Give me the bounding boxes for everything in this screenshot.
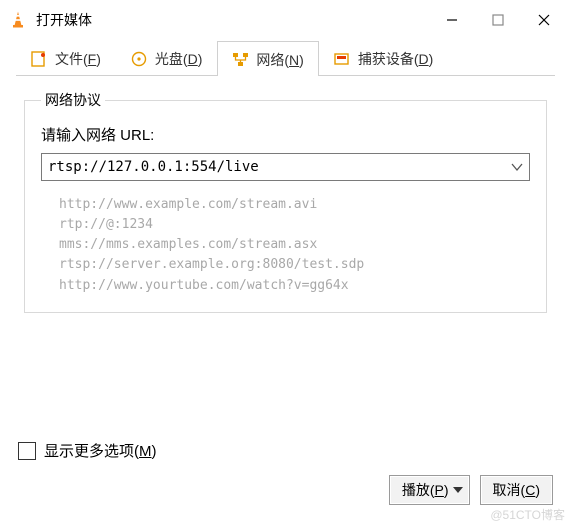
more-options-row: 显示更多选项(M) xyxy=(18,440,553,461)
url-combobox[interactable] xyxy=(41,153,530,181)
tab-file-label: 文件 xyxy=(55,51,83,67)
maximize-button[interactable] xyxy=(475,4,521,36)
window-controls xyxy=(429,4,567,36)
minimize-button[interactable] xyxy=(429,4,475,36)
tab-file[interactable]: 文件(F) xyxy=(16,40,116,75)
tab-capture-label: 捕获设备 xyxy=(358,51,414,67)
tab-bar: 文件(F) 光盘(D) 网络(N) 捕获设备(D) xyxy=(16,40,555,76)
url-examples: http://www.example.com/stream.avi rtp://… xyxy=(59,195,530,296)
chevron-down-icon[interactable] xyxy=(505,154,529,180)
more-options-checkbox[interactable] xyxy=(18,442,36,460)
tab-disc[interactable]: 光盘(D) xyxy=(116,40,217,75)
window-title: 打开媒体 xyxy=(36,10,429,30)
vlc-cone-icon xyxy=(8,10,28,30)
more-options-label: 显示更多选项(M) xyxy=(44,440,157,461)
url-prompt: 请输入网络 URL: xyxy=(41,124,530,145)
chevron-down-icon xyxy=(453,482,463,498)
tab-content-network: 网络协议 请输入网络 URL: http://www.example.com/s… xyxy=(0,76,571,323)
dialog-footer: 显示更多选项(M) 播放(P) 取消(C) xyxy=(0,440,571,505)
tab-network-label: 网络 xyxy=(256,52,284,68)
play-button[interactable]: 播放(P) xyxy=(389,475,470,505)
url-input[interactable] xyxy=(42,159,505,175)
network-icon xyxy=(232,52,250,68)
network-protocol-group: 网络协议 请输入网络 URL: http://www.example.com/s… xyxy=(24,90,547,313)
file-icon xyxy=(31,51,49,67)
tab-network[interactable]: 网络(N) xyxy=(217,41,318,76)
cancel-button[interactable]: 取消(C) xyxy=(480,475,553,505)
close-button[interactable] xyxy=(521,4,567,36)
titlebar: 打开媒体 xyxy=(0,0,571,40)
button-row: 播放(P) 取消(C) xyxy=(18,475,553,505)
capture-icon xyxy=(334,51,352,67)
disc-icon xyxy=(131,51,149,67)
tab-capture[interactable]: 捕获设备(D) xyxy=(319,40,448,75)
watermark: @51CTO博客 xyxy=(490,506,565,523)
group-legend: 网络协议 xyxy=(41,90,105,110)
tab-disc-label: 光盘 xyxy=(155,51,183,67)
